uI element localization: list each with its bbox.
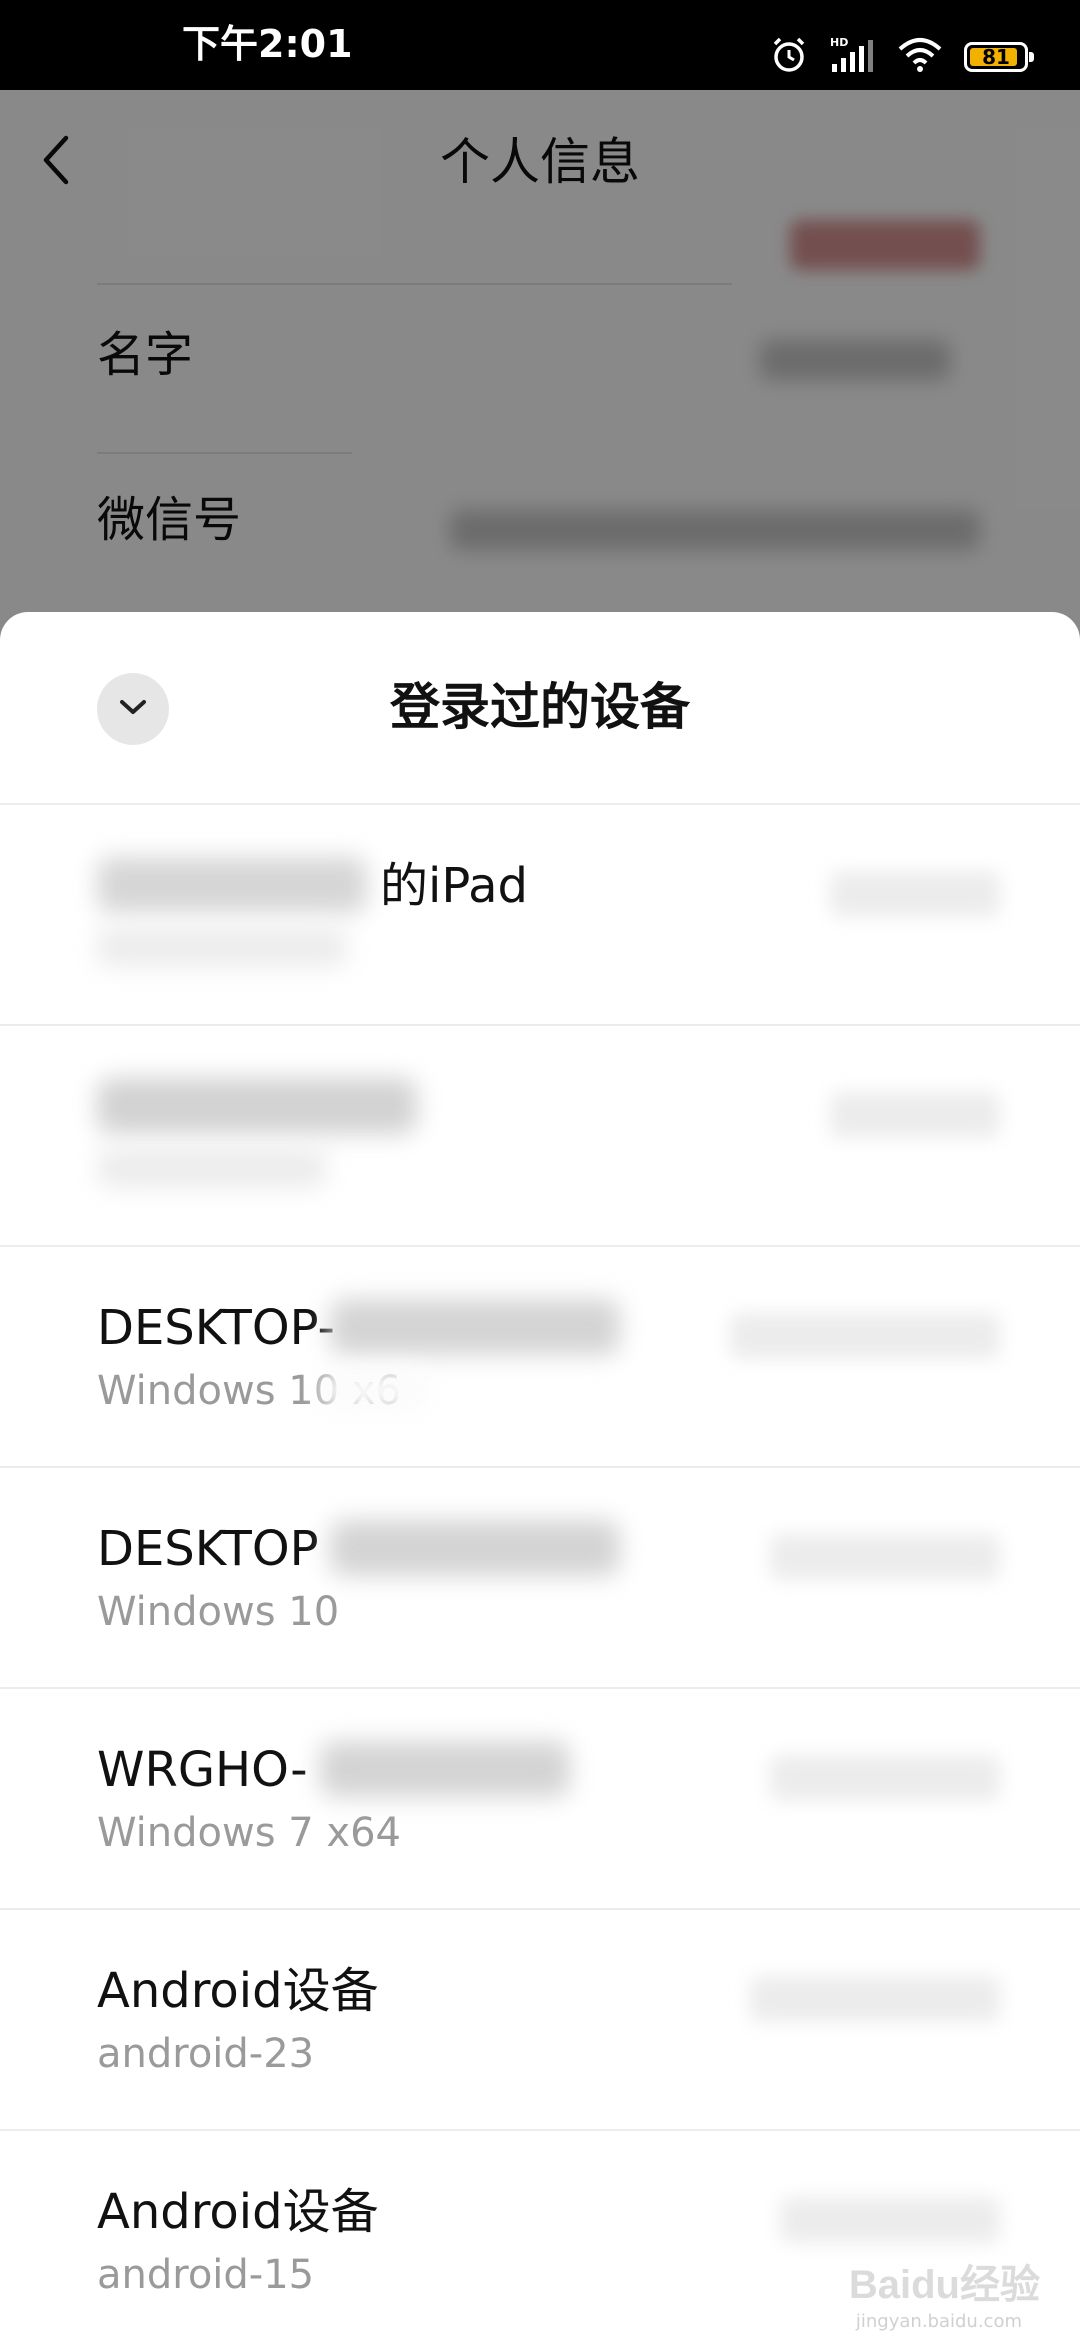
device-os: Windows 7 x64 — [97, 1810, 402, 1856]
device-os: android-23 — [97, 2031, 315, 2077]
device-name-blurred — [330, 1520, 620, 1576]
device-os-blurred — [97, 1148, 327, 1188]
device-name: DESKTOP — [97, 1521, 319, 1577]
device-item[interactable]: Android设备 android-23 — [0, 1910, 1080, 2131]
status-icons: HD 81 — [770, 36, 1034, 78]
battery-icon: 81 — [964, 42, 1034, 72]
baidu-jingyan-watermark: Baidu经验 — [848, 2263, 1040, 2307]
device-name: WRGHO- — [97, 1742, 308, 1798]
sheet-header: 登录过的设备 — [0, 612, 1080, 805]
device-name-blurred — [97, 1078, 417, 1134]
device-name: Android设备 — [97, 1963, 379, 2019]
device-os-blurred — [320, 1369, 430, 1411]
wifi-icon — [898, 37, 942, 77]
alarm-icon — [770, 36, 808, 78]
hd-signal-icon: HD — [830, 36, 876, 78]
device-item[interactable]: DESKTOP Windows 10 — [0, 1468, 1080, 1689]
device-item[interactable] — [0, 1026, 1080, 1247]
device-os: android-15 — [97, 2252, 315, 2298]
status-time: 下午2:01 — [182, 22, 353, 66]
sheet-title: 登录过的设备 — [390, 678, 690, 736]
login-time-blurred — [770, 1534, 1000, 1580]
device-name-blurred — [330, 1299, 620, 1355]
logged-in-devices-sheet: 登录过的设备 的iPad DESKTOP- Windows 10 x6 DESK… — [0, 612, 1080, 2340]
svg-text:HD: HD — [830, 36, 848, 49]
device-os-blurred — [97, 927, 347, 967]
status-bar: 下午2:01 HD 81 — [0, 0, 1080, 90]
device-name: DESKTOP- — [97, 1300, 335, 1356]
login-time-blurred — [830, 871, 1000, 917]
device-name: Android设备 — [97, 2184, 379, 2240]
watermark-url: jingyan.baidu.com — [855, 2311, 1022, 2332]
battery-level: 81 — [982, 45, 1010, 69]
device-item[interactable]: WRGHO- Windows 7 x64 — [0, 1689, 1080, 1910]
device-item[interactable]: 的iPad — [0, 805, 1080, 1026]
login-time-blurred — [750, 1976, 1000, 2022]
login-time-blurred — [770, 1755, 1000, 1801]
login-time-blurred — [730, 1313, 1000, 1359]
battery-cap — [1029, 52, 1034, 62]
login-time-blurred — [780, 2197, 1000, 2243]
device-os: Windows 10 — [97, 1589, 340, 1635]
device-name: 的iPad — [380, 858, 529, 914]
device-name-blurred — [320, 1741, 570, 1797]
device-name-blurred — [97, 857, 367, 913]
device-list: 的iPad DESKTOP- Windows 10 x6 DESKTOP Win… — [0, 805, 1080, 2340]
device-item[interactable]: DESKTOP- Windows 10 x6 — [0, 1247, 1080, 1468]
login-time-blurred — [830, 1092, 1000, 1138]
